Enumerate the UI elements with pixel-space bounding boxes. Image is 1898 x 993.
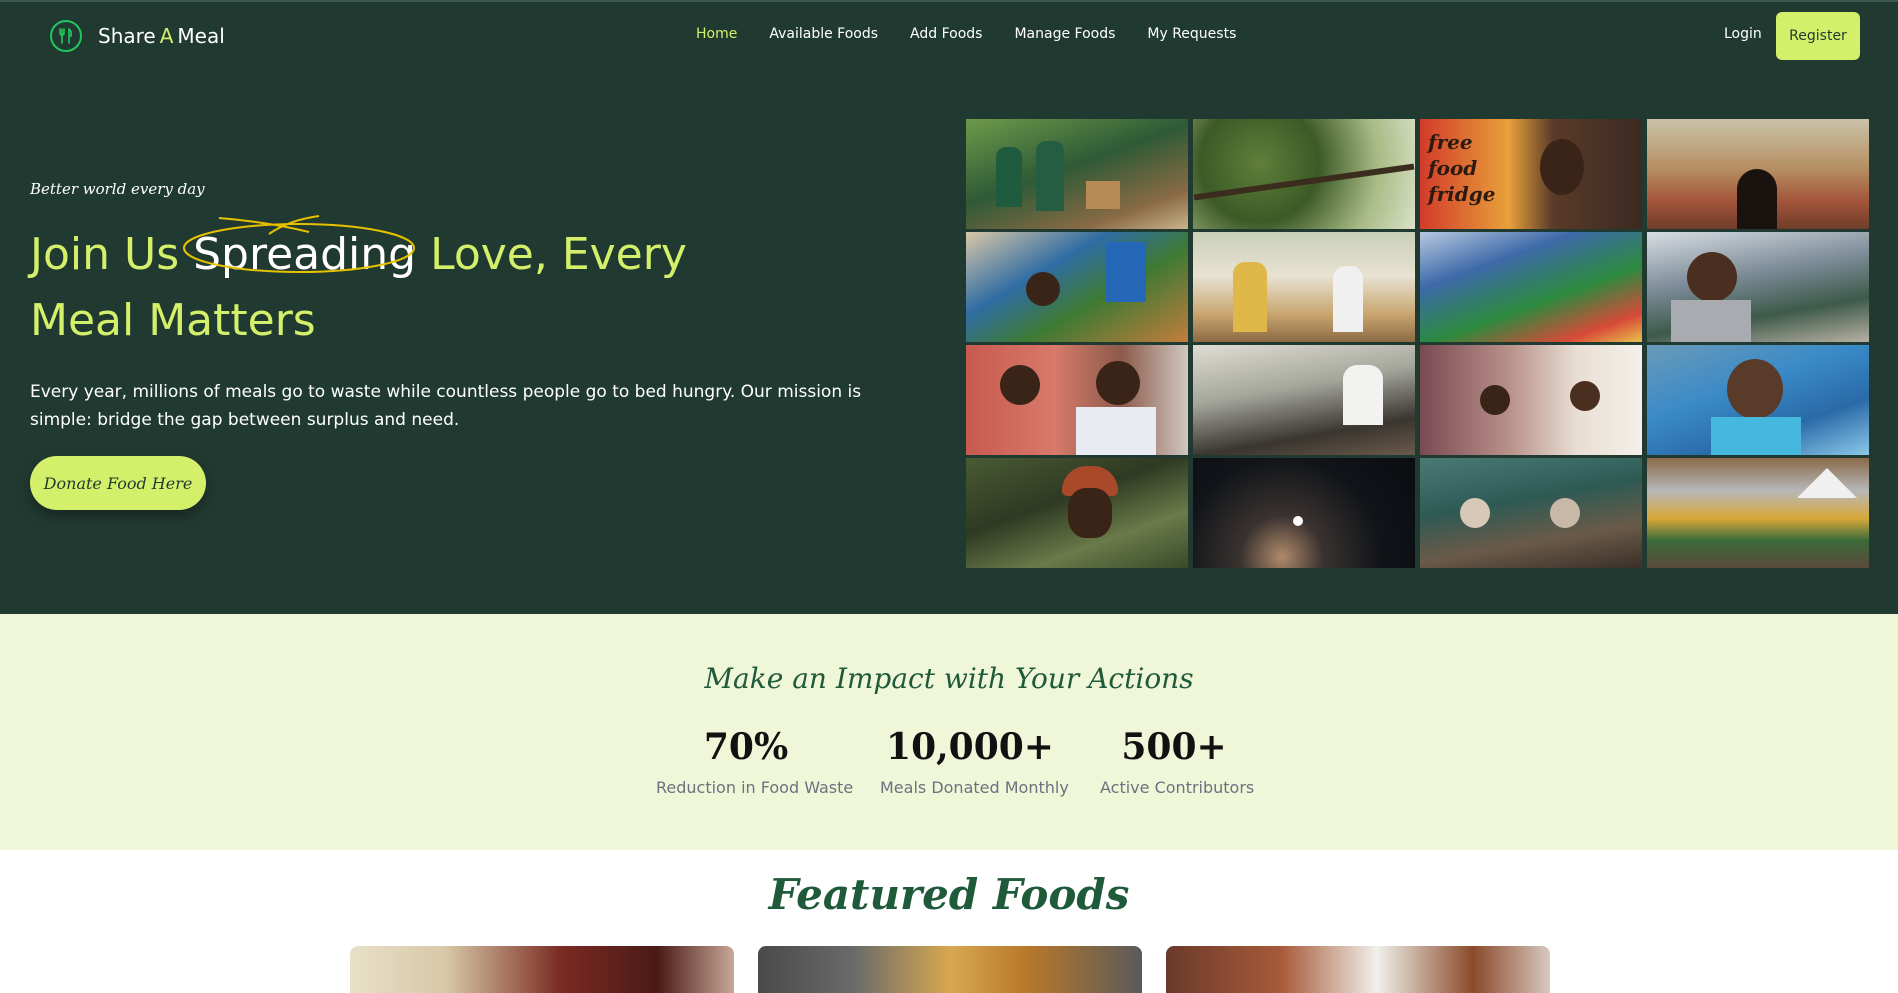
stat-meals-donated: 10,000+ Meals Donated Monthly (880, 726, 1069, 797)
stat-value: 10,000+ (886, 726, 1054, 768)
photo-child-dark (1193, 458, 1415, 568)
photo-outdoor-gathering (1647, 119, 1869, 229)
photo-kitchen-volunteers (1420, 458, 1642, 568)
impact-title: Make an Impact with Your Actions (704, 662, 1194, 695)
brand-accent: A (159, 24, 174, 48)
photo-family-dinner (1193, 345, 1415, 455)
food-card-1[interactable] (350, 946, 734, 993)
photo-food-prep-line (1420, 232, 1642, 342)
photo-schoolboys-eating (966, 345, 1188, 455)
nav-link-add-foods[interactable]: Add Foods (910, 26, 982, 42)
headline-highlight: Spreading (183, 215, 417, 288)
brand-word-2: Meal (177, 24, 225, 48)
brand-word-1: Share (98, 24, 156, 48)
stat-value: 70% (703, 726, 789, 768)
stat-label: Reduction in Food Waste (656, 778, 854, 797)
hero-tagline: Better world every day (30, 180, 205, 198)
photo-grid: free food fridge (966, 119, 1870, 569)
photo-tree-canopy (1193, 119, 1415, 229)
photo-woman-headwrap (966, 458, 1188, 568)
photo-smiling-girl (1647, 345, 1869, 455)
food-card-2[interactable] (758, 946, 1142, 993)
hero-section: Share A Meal Home Available Foods Add Food… (0, 0, 1898, 614)
photo-crowd-event (1647, 458, 1869, 568)
food-card-3[interactable] (1166, 946, 1550, 993)
headline-highlight-text: Spreading (193, 229, 417, 280)
photo-volunteers-table (1193, 232, 1415, 342)
hero-headline: Join Us Spreading Love, Every Meal Matte… (30, 215, 790, 354)
impact-section: Make an Impact with Your Actions 70% Red… (0, 614, 1898, 850)
stat-contributors: 500+ Active Contributors (1100, 726, 1255, 797)
photo-children-eating (966, 232, 1188, 342)
photo-volunteers-handing-food (966, 119, 1188, 229)
photo-smiling-volunteer (1647, 232, 1869, 342)
hero-description: Every year, millions of meals go to wast… (30, 382, 862, 430)
brand-logo[interactable]: Share A Meal (50, 20, 225, 52)
nav-link-my-requests[interactable]: My Requests (1147, 26, 1236, 42)
login-link[interactable]: Login (1724, 26, 1762, 42)
nav-links: Home Available Foods Add Foods Manage Fo… (696, 26, 1268, 42)
featured-foods-title: Featured Foods (768, 870, 1130, 919)
utensils-icon (50, 20, 82, 52)
stat-food-waste: 70% Reduction in Food Waste (656, 726, 854, 797)
photo-kitchen-women (1420, 345, 1642, 455)
stat-label: Active Contributors (1100, 778, 1255, 797)
stat-value: 500+ (1121, 726, 1227, 768)
fridge-sign: free food fridge (1428, 130, 1496, 206)
register-button[interactable]: Register (1776, 12, 1860, 60)
brand-name: Share A Meal (98, 24, 225, 48)
nav-link-available-foods[interactable]: Available Foods (769, 26, 878, 42)
nav-link-manage-foods[interactable]: Manage Foods (1014, 26, 1115, 42)
headline-part-1: Join Us (30, 229, 194, 280)
photo-free-food-fridge: free food fridge (1420, 119, 1642, 229)
donate-food-button[interactable]: Donate Food Here (30, 456, 206, 510)
navbar: Share A Meal Home Available Foods Add Food… (0, 2, 1898, 70)
stat-label: Meals Donated Monthly (880, 778, 1069, 797)
nav-link-home[interactable]: Home (696, 26, 737, 42)
